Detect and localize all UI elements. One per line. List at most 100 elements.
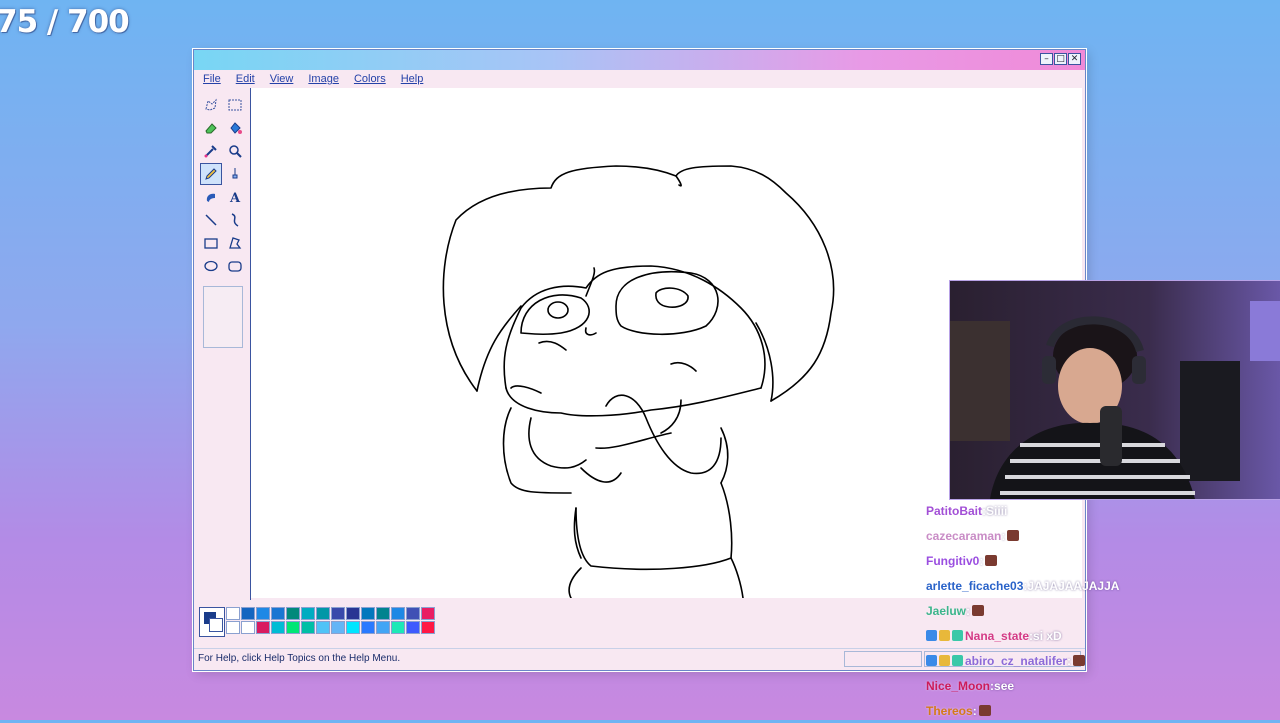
chat-separator: : xyxy=(972,703,977,718)
title-bar[interactable]: – □ ✕ xyxy=(194,50,1085,70)
svg-text:A: A xyxy=(229,191,241,205)
free-form-select-icon[interactable] xyxy=(200,94,222,116)
polygon-icon[interactable] xyxy=(224,232,246,254)
chat-emote-icon xyxy=(1073,655,1086,666)
chat-emote-icon xyxy=(972,605,985,616)
chat-text: Siiii xyxy=(986,503,1008,518)
color-swatch[interactable] xyxy=(241,621,255,634)
eraser-icon[interactable] xyxy=(200,117,222,139)
chat-text: see xyxy=(994,678,1015,693)
menu-edit[interactable]: Edit xyxy=(227,70,261,88)
chat-message: PatitoBait : Siiii xyxy=(926,498,1280,523)
status-cell-position xyxy=(844,651,922,667)
minimize-icon[interactable]: – xyxy=(1040,53,1053,65)
pencil-icon[interactable] xyxy=(200,163,222,185)
chat-message: Fungitiv0 : xyxy=(926,548,1280,573)
select-icon[interactable] xyxy=(224,94,246,116)
color-swatch[interactable] xyxy=(346,607,360,620)
color-swatch[interactable] xyxy=(286,621,300,634)
chat-emote-icon xyxy=(985,555,998,566)
menu-colors[interactable]: Colors xyxy=(345,70,392,88)
color-swatch[interactable] xyxy=(331,621,345,634)
color-swatch[interactable] xyxy=(406,621,420,634)
color-swatches xyxy=(226,607,435,634)
chat-username: Nana_state xyxy=(965,628,1030,643)
color-swatch[interactable] xyxy=(256,621,270,634)
color-swatch[interactable] xyxy=(391,621,405,634)
color-swatch[interactable] xyxy=(226,607,240,620)
airbrush-icon[interactable] xyxy=(200,186,222,208)
chat-username: PatitoBait xyxy=(926,503,983,518)
maximize-icon[interactable]: □ xyxy=(1054,53,1067,65)
chat-username: Jaeluw xyxy=(926,603,967,618)
chat-message: cazecaraman : xyxy=(926,523,1280,548)
chat-emote-icon xyxy=(978,705,991,716)
color-swatch[interactable] xyxy=(226,621,240,634)
webcam-image xyxy=(950,281,1280,499)
tool-options[interactable] xyxy=(203,286,243,348)
rectangle-icon[interactable] xyxy=(200,232,222,254)
chat-separator: : xyxy=(1001,528,1006,543)
chat-message: arlette_ficache03 : JAJAJAAJAJJA xyxy=(926,573,1280,598)
chat-separator: : xyxy=(979,553,984,568)
status-text: For Help, click Help Topics on the Help … xyxy=(198,653,401,664)
magnifier-icon[interactable] xyxy=(224,140,246,162)
chat-separator: : xyxy=(1067,653,1072,668)
chat-text: JAJAJAAJAJJA xyxy=(1027,578,1120,593)
rounded-rectangle-icon[interactable] xyxy=(224,255,246,277)
color-swatch[interactable] xyxy=(241,607,255,620)
color-swatch[interactable] xyxy=(331,607,345,620)
brush-icon[interactable] xyxy=(224,163,246,185)
fill-icon[interactable] xyxy=(224,117,246,139)
chat-message: abiro_cz_natalifer : xyxy=(926,648,1280,673)
menu-bar: File Edit View Image Colors Help xyxy=(194,70,1085,88)
color-swatch[interactable] xyxy=(361,607,375,620)
chat-badge-icon xyxy=(939,655,950,666)
chat-username: Nice_Moon xyxy=(926,678,991,693)
stream-counter: 75 / 700 xyxy=(0,4,130,40)
chat-badge-icon xyxy=(952,655,963,666)
color-swatch[interactable] xyxy=(301,621,315,634)
color-swatch[interactable] xyxy=(271,621,285,634)
color-swatch[interactable] xyxy=(421,621,435,634)
chat-badge-icon xyxy=(952,630,963,641)
close-icon[interactable]: ✕ xyxy=(1068,53,1081,65)
color-swatch[interactable] xyxy=(391,607,405,620)
menu-view[interactable]: View xyxy=(261,70,300,88)
chat-message: Jaeluw : xyxy=(926,598,1280,623)
chat-text: si xD xyxy=(1033,628,1062,643)
chat-username: cazecaraman xyxy=(926,528,1002,543)
menu-image[interactable]: Image xyxy=(299,70,345,88)
pick-color-icon[interactable] xyxy=(200,140,222,162)
chat-username: abiro_cz_natalifer xyxy=(965,653,1068,668)
chat-message: Nice_Moon : see xyxy=(926,673,1280,698)
ellipse-icon[interactable] xyxy=(200,255,222,277)
color-swatch[interactable] xyxy=(361,621,375,634)
color-swatch[interactable] xyxy=(301,607,315,620)
text-icon[interactable]: A xyxy=(224,186,246,208)
color-swatch[interactable] xyxy=(316,607,330,620)
chat-username: Thereos xyxy=(926,703,973,718)
chat-badge-icon xyxy=(926,655,937,666)
chat-emote-icon xyxy=(1007,530,1020,541)
menu-help[interactable]: Help xyxy=(392,70,430,88)
color-swatch[interactable] xyxy=(316,621,330,634)
color-swatch[interactable] xyxy=(346,621,360,634)
color-swatch[interactable] xyxy=(286,607,300,620)
color-swatch[interactable] xyxy=(421,607,435,620)
color-swatch[interactable] xyxy=(256,607,270,620)
chat-badge-icon xyxy=(926,630,937,641)
color-swatch[interactable] xyxy=(271,607,285,620)
curve-icon[interactable] xyxy=(224,209,246,231)
color-swatch[interactable] xyxy=(376,607,390,620)
color-swatch[interactable] xyxy=(376,621,390,634)
chat-badge-icon xyxy=(939,630,950,641)
chat-separator: : xyxy=(966,603,971,618)
menu-file[interactable]: File xyxy=(194,70,227,88)
line-icon[interactable] xyxy=(200,209,222,231)
color-swatch[interactable] xyxy=(406,607,420,620)
toolbox: A xyxy=(194,88,251,601)
current-colors[interactable] xyxy=(199,607,225,637)
chat-message: Thereos : xyxy=(926,698,1280,723)
chat-username: arlette_ficache03 xyxy=(926,578,1024,593)
